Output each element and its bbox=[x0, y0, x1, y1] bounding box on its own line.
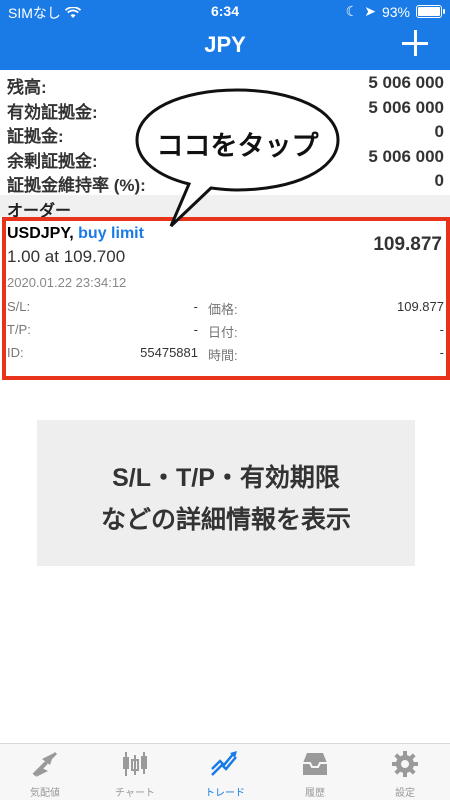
callout-text: ココをタップ bbox=[156, 131, 319, 161]
trade-icon bbox=[211, 751, 237, 776]
add-order-button[interactable] bbox=[400, 28, 430, 58]
highlight-frame bbox=[2, 217, 450, 380]
tab-bar: 気配値 チャート トレード 履歴 設定 bbox=[0, 743, 450, 800]
moon-icon: ☾ bbox=[345, 3, 359, 19]
summary-value: 0 bbox=[434, 171, 444, 190]
info-line-2: などの詳細情報を表示 bbox=[100, 506, 351, 534]
app-header: SIMなし 6:34 ☾ ➤ 93% JPY bbox=[0, 0, 450, 70]
history-icon bbox=[303, 753, 327, 775]
tab-trade[interactable]: トレード bbox=[180, 744, 270, 800]
settings-icon bbox=[392, 751, 418, 777]
tab-label: チャート bbox=[115, 788, 155, 799]
quotes-icon bbox=[32, 751, 58, 777]
callout-bubble: ココをタップ bbox=[135, 88, 340, 228]
summary-value: 5 006 000 bbox=[368, 97, 444, 117]
summary-label: 証拠金維持率 (%): bbox=[7, 176, 146, 195]
battery-percent: 93% bbox=[381, 3, 410, 20]
tab-history[interactable]: 履歴 bbox=[270, 744, 360, 800]
battery-icon bbox=[416, 5, 445, 18]
chart-icon bbox=[123, 752, 147, 776]
tab-quotes[interactable]: 気配値 bbox=[0, 744, 90, 800]
tab-settings[interactable]: 設定 bbox=[360, 744, 450, 800]
tab-label: 気配値 bbox=[30, 788, 60, 799]
info-box: S/L・T/P・有効期限 などの詳細情報を表示 bbox=[37, 420, 415, 566]
summary-value: 5 006 000 bbox=[368, 146, 444, 166]
tab-chart[interactable]: チャート bbox=[90, 744, 180, 800]
status-bar: SIMなし 6:34 ☾ ➤ 93% bbox=[0, 0, 450, 22]
tab-label: 履歴 bbox=[305, 788, 325, 799]
summary-value: 5 006 000 bbox=[368, 73, 444, 92]
tab-label: 設定 bbox=[395, 788, 415, 799]
tab-label: トレード bbox=[205, 788, 245, 799]
summary-value: 0 bbox=[434, 122, 444, 141]
location-icon: ➤ bbox=[364, 3, 376, 19]
info-line-1: S/L・T/P・有効期限 bbox=[112, 464, 340, 492]
speech-bubble-shape bbox=[135, 88, 340, 228]
page-title: JPY bbox=[204, 32, 246, 57]
